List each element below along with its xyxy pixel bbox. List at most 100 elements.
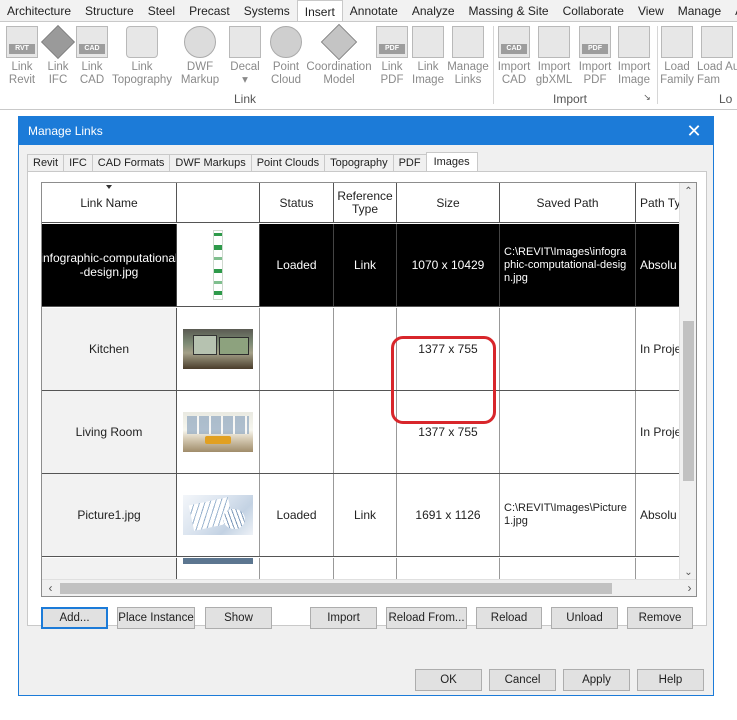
- link-ifc-button[interactable]: Link IFC: [41, 25, 75, 87]
- ribbon-panel-insert: RVT Link Revit Link IFC CAD Link CAD Lin…: [0, 22, 737, 110]
- partial-thumbnail: [183, 558, 253, 564]
- import-button[interactable]: Import: [310, 607, 377, 629]
- panel-separator: [493, 26, 494, 104]
- ribbon-tab-structure[interactable]: Structure: [78, 0, 141, 21]
- ribbon-tab-add-ins[interactable]: Ad: [728, 0, 737, 21]
- tab-dwf-markups[interactable]: DWF Markups: [169, 154, 251, 172]
- scroll-up-icon[interactable]: ⌃: [680, 183, 696, 200]
- cell-reference-type[interactable]: [334, 308, 397, 390]
- picture1-thumbnail: [183, 495, 253, 535]
- ok-button[interactable]: OK: [415, 669, 482, 691]
- tab-cad-formats[interactable]: CAD Formats: [91, 154, 170, 172]
- column-header-saved-path[interactable]: Saved Path: [500, 183, 636, 223]
- cell-size: 1377 x 755: [397, 308, 500, 390]
- manage-links-button[interactable]: Manage Links: [446, 26, 490, 87]
- add-button[interactable]: Add...: [41, 607, 108, 629]
- ribbon-tab-architecture[interactable]: Architecture: [0, 0, 78, 21]
- link-pdf-button[interactable]: PDF Link PDF: [376, 26, 408, 87]
- infographic-thumbnail: [213, 230, 223, 300]
- load-autodesk-family-button[interactable]: Load Au Fam: [697, 26, 737, 87]
- vertical-scrollbar[interactable]: ⌃ ⌄: [679, 183, 696, 581]
- column-header-thumbnail[interactable]: [177, 183, 260, 223]
- panel-title-load: Lo: [719, 92, 733, 106]
- show-button[interactable]: Show: [205, 607, 272, 629]
- table-row[interactable]: Picture1.jpg Loaded Link 1691 x 1126 C:\…: [42, 474, 696, 557]
- coordination-model-button[interactable]: Coordination Model: [306, 23, 372, 87]
- link-pdf-icon: PDF: [376, 26, 408, 58]
- link-cad-icon: CAD: [76, 26, 108, 58]
- vertical-scroll-thumb[interactable]: [683, 321, 694, 481]
- column-header-reference-type[interactable]: Reference Type: [334, 183, 397, 223]
- close-icon[interactable]: ✕: [683, 120, 705, 142]
- cell-link-name: infographic-computational -design.jpg: [42, 224, 177, 306]
- panel-launcher-icon[interactable]: ↘: [640, 92, 654, 103]
- ribbon-tab-precast[interactable]: Precast: [182, 0, 237, 21]
- ribbon-tab-annotate[interactable]: Annotate: [343, 0, 405, 21]
- link-topography-button[interactable]: Link Topography: [110, 26, 174, 87]
- table-row[interactable]: Kitchen 1377 x 755 In Proje: [42, 308, 696, 391]
- kitchen-thumbnail: [183, 329, 253, 369]
- tab-topography[interactable]: Topography: [324, 154, 393, 172]
- horizontal-scrollbar[interactable]: ‹ ›: [42, 579, 696, 596]
- cell-status: [260, 308, 334, 390]
- tab-ifc[interactable]: IFC: [63, 154, 92, 172]
- link-revit-button[interactable]: RVT Link Revit: [4, 26, 40, 87]
- cell-reference-type[interactable]: Link: [334, 474, 397, 556]
- horizontal-scroll-thumb[interactable]: [60, 583, 612, 594]
- cell-saved-path: C:\REVIT\Images\infographic-computationa…: [500, 224, 636, 306]
- cell-size: 1691 x 1126: [397, 474, 500, 556]
- tab-images[interactable]: Images: [425, 152, 478, 173]
- decal-button[interactable]: Decal ▾: [228, 26, 262, 87]
- cell-thumbnail: [177, 391, 260, 473]
- apply-button[interactable]: Apply: [563, 669, 630, 691]
- cell-link-name: Living Room: [42, 391, 177, 473]
- manage-links-dialog: Manage Links ✕ Revit IFC CAD Formats DWF…: [18, 116, 714, 696]
- column-header-size[interactable]: Size: [397, 183, 500, 223]
- import-cad-button[interactable]: CAD Import CAD: [496, 26, 532, 87]
- link-image-icon: [412, 26, 444, 58]
- unload-button[interactable]: Unload: [551, 607, 618, 629]
- ribbon-tab-systems[interactable]: Systems: [237, 0, 297, 21]
- table-row[interactable]: infographic-computational -design.jpg Lo…: [42, 224, 696, 307]
- point-cloud-button[interactable]: Point Cloud: [268, 26, 304, 87]
- dwf-markup-button[interactable]: DWF Markup: [178, 26, 222, 87]
- ribbon-tab-manage[interactable]: Manage: [671, 0, 728, 21]
- cell-reference-type[interactable]: [334, 391, 397, 473]
- link-cad-button[interactable]: CAD Link CAD: [76, 26, 108, 87]
- help-button[interactable]: Help: [637, 669, 704, 691]
- dialog-titlebar[interactable]: Manage Links ✕: [19, 117, 713, 145]
- tab-pdf[interactable]: PDF: [392, 154, 426, 172]
- cancel-button[interactable]: Cancel: [489, 669, 556, 691]
- reload-from-button[interactable]: Reload From...: [386, 607, 467, 629]
- import-gbxml-button[interactable]: Import gbXML: [534, 26, 574, 87]
- link-ifc-icon: [41, 25, 75, 59]
- ribbon-tab-collaborate[interactable]: Collaborate: [556, 0, 631, 21]
- ribbon-tab-massing-site[interactable]: Massing & Site: [462, 0, 556, 21]
- panel-title-link: Link: [233, 92, 256, 106]
- manage-links-icon: [452, 26, 484, 58]
- link-image-button[interactable]: Link Image: [410, 26, 446, 87]
- cell-reference-type[interactable]: Link: [334, 224, 397, 306]
- cell-saved-path: C:\REVIT\Images\Picture1.jpg: [500, 474, 636, 556]
- column-header-status[interactable]: Status: [260, 183, 334, 223]
- tab-point-clouds[interactable]: Point Clouds: [250, 154, 325, 172]
- ribbon-tab-analyze[interactable]: Analyze: [405, 0, 462, 21]
- scroll-right-icon[interactable]: ›: [681, 580, 696, 596]
- ribbon-tab-steel[interactable]: Steel: [141, 0, 182, 21]
- column-header-link-name[interactable]: Link Name: [42, 183, 177, 223]
- remove-button[interactable]: Remove: [627, 607, 693, 629]
- ribbon-tab-view[interactable]: View: [631, 0, 671, 21]
- point-cloud-icon: [270, 26, 302, 58]
- panel-title-import: Import: [552, 92, 587, 106]
- tab-revit[interactable]: Revit: [27, 154, 64, 172]
- scroll-left-icon[interactable]: ‹: [42, 580, 59, 596]
- reload-button[interactable]: Reload: [476, 607, 542, 629]
- import-pdf-button[interactable]: PDF Import PDF: [576, 26, 614, 87]
- ribbon-tab-insert[interactable]: Insert: [296, 0, 343, 21]
- place-instance-button[interactable]: Place Instance: [117, 607, 195, 629]
- table-row[interactable]: Living Room 1377 x 755 In Proje: [42, 391, 696, 474]
- import-image-button[interactable]: Import Image: [614, 26, 654, 87]
- load-family-button[interactable]: Load Family: [660, 26, 694, 87]
- link-topography-icon: [126, 26, 158, 58]
- sort-arrow-icon: [106, 185, 112, 189]
